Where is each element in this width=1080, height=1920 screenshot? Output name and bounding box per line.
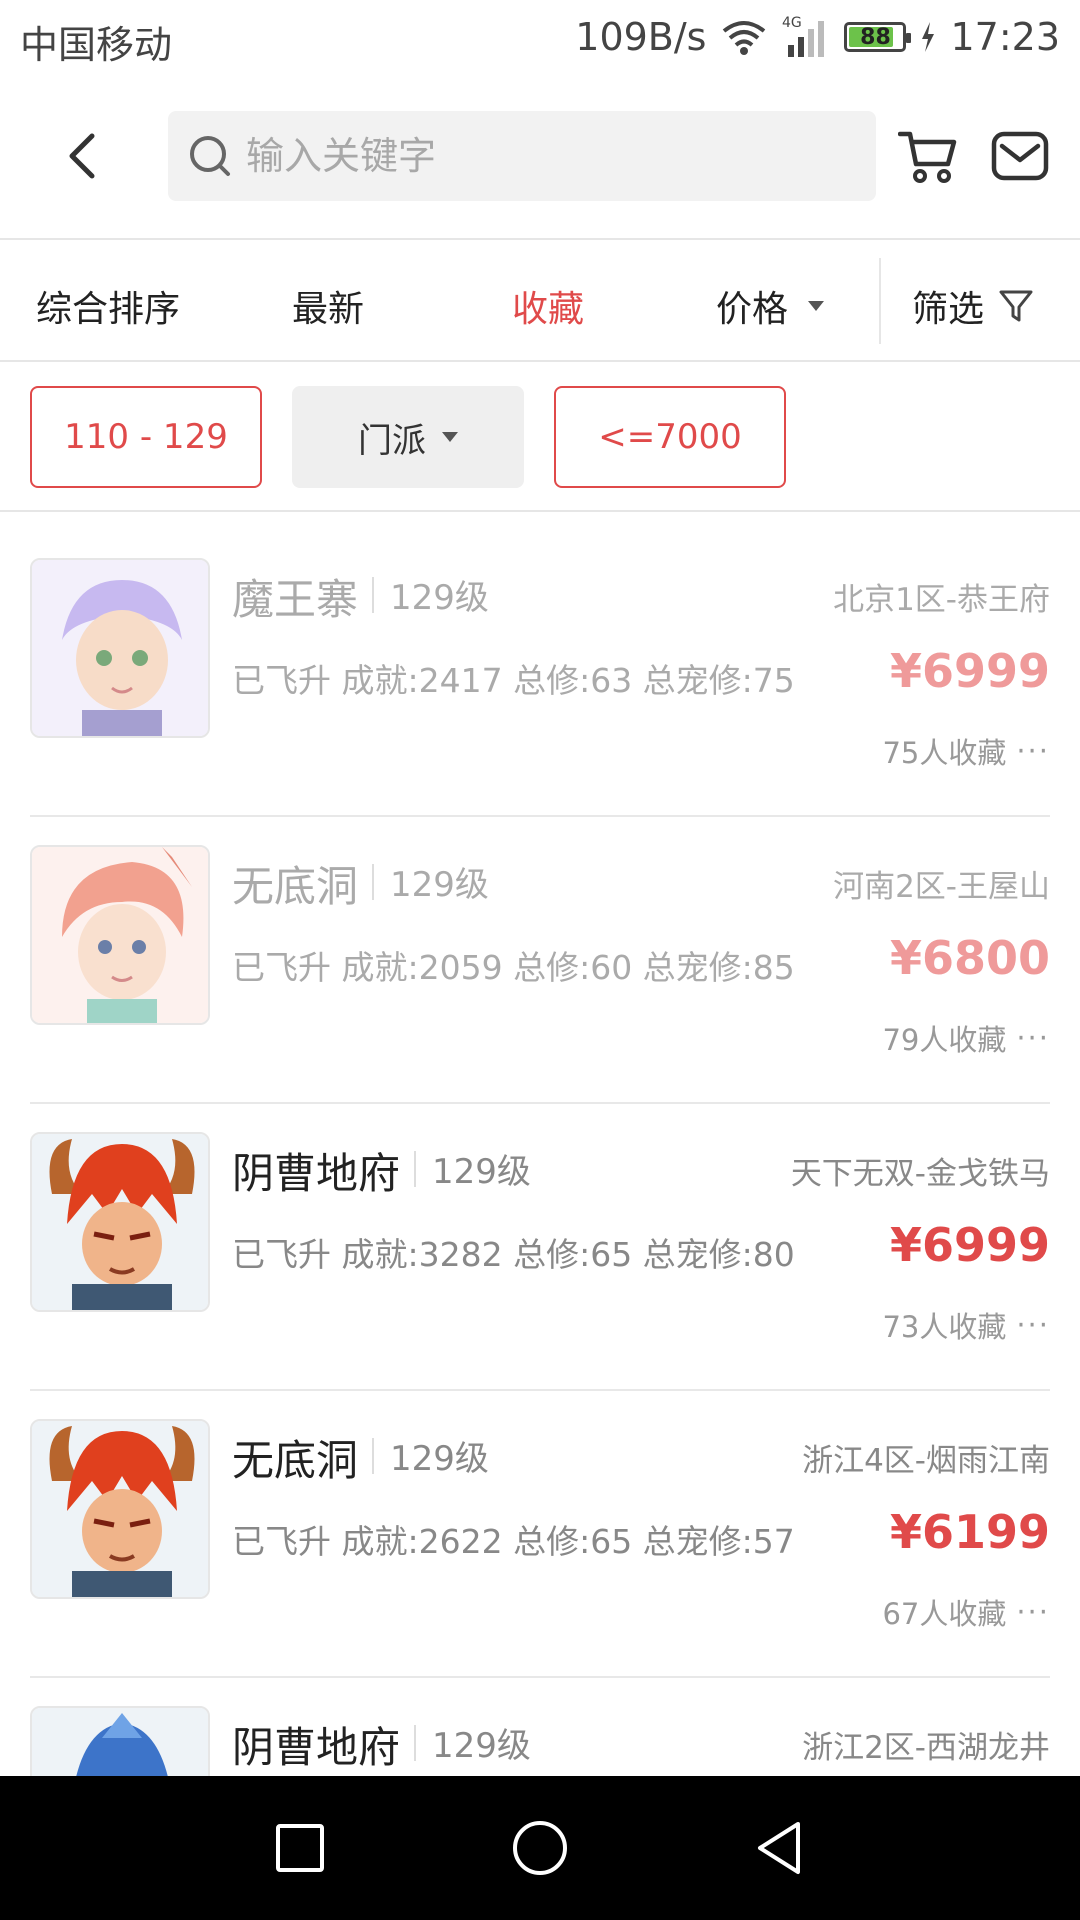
- chip-school-label: 门派: [358, 420, 426, 461]
- wifi-icon: [723, 21, 766, 55]
- sort-bar: 综合排序 最新 收藏 价格 筛选: [0, 240, 1080, 362]
- network-speed: 109B/s: [575, 15, 707, 59]
- listing-level: 129级: [432, 1152, 531, 1192]
- more-icon[interactable]: ···: [1016, 1595, 1050, 1629]
- clock: 17:23: [950, 15, 1060, 59]
- listing-attrs: 已飞升 成就:2059 总修:60 总宠修:85: [232, 948, 795, 987]
- listing-level-wrap: 129级: [414, 1144, 531, 1193]
- charging-icon: [922, 22, 935, 52]
- listing-school: 无底洞: [232, 1436, 359, 1485]
- filter-label: 筛选: [912, 289, 985, 330]
- search-box[interactable]: [168, 111, 876, 201]
- listing-level: 129级: [390, 1439, 489, 1479]
- caret-down-icon: [808, 301, 825, 311]
- listing-favs: 75人收藏 ···: [882, 730, 1050, 772]
- battery-icon: 88: [844, 22, 912, 52]
- listing-favs: 67人收藏 ···: [882, 1591, 1050, 1633]
- favs-count: 75人收藏: [882, 736, 1007, 770]
- signal-icon: 4G: [782, 15, 825, 57]
- status-right: 109B/s 4G 88 17:23: [575, 12, 1060, 62]
- listing-school: 阴曹地府: [232, 1149, 401, 1198]
- favs-count: 67人收藏: [882, 1597, 1007, 1631]
- listing-level-wrap: 129级: [414, 1718, 531, 1767]
- avatar: [30, 558, 210, 738]
- listing-school: 阴曹地府: [232, 1723, 401, 1772]
- more-icon[interactable]: ···: [1016, 734, 1050, 768]
- divider: [879, 258, 881, 344]
- listing-level-wrap: 129级: [372, 570, 489, 619]
- more-icon[interactable]: ···: [1016, 1021, 1050, 1055]
- list-item[interactable]: 无底洞 129级 浙江4区-烟雨江南 已飞升 成就:2622 总修:65 总宠修…: [30, 1391, 1050, 1678]
- listing-level-wrap: 129级: [372, 1431, 489, 1480]
- network-type: 4G: [782, 15, 802, 31]
- filter-button[interactable]: 筛选: [912, 280, 1034, 332]
- listing-server: 天下无双-金戈铁马: [790, 1156, 1050, 1192]
- chip-level-range[interactable]: 110 - 129: [30, 386, 262, 488]
- avatar: [30, 845, 210, 1025]
- recent-apps-icon[interactable]: [270, 1818, 330, 1878]
- header: [0, 76, 1080, 240]
- listing-price: ¥6199: [889, 1505, 1050, 1559]
- battery-level: 88: [860, 24, 891, 50]
- caret-down-icon: [442, 432, 458, 442]
- carrier-label: 中国移动: [20, 23, 173, 67]
- list-item[interactable]: 阴曹地府 129级 天下无双-金戈铁马 已飞升 成就:3282 总修:65 总宠…: [30, 1104, 1050, 1391]
- listing-attrs: 已飞升 成就:3282 总修:65 总宠修:80: [232, 1235, 795, 1274]
- list-item[interactable]: 阴曹地府 129级 浙江2区-西湖龙井: [30, 1678, 1050, 1776]
- search-input[interactable]: [246, 134, 846, 178]
- favs-count: 73人收藏: [882, 1310, 1007, 1344]
- listing-level-wrap: 129级: [372, 857, 489, 906]
- listing-school: 魔王寨: [232, 575, 359, 624]
- listing-server: 河南2区-王屋山: [833, 869, 1050, 905]
- listing-price: ¥6999: [889, 644, 1050, 698]
- back-icon[interactable]: [750, 1818, 810, 1878]
- listing-school: 无底洞: [232, 862, 359, 911]
- avatar: [30, 1132, 210, 1312]
- avatar: [30, 1706, 210, 1776]
- listing-level: 129级: [390, 865, 489, 905]
- sort-favorites[interactable]: 收藏: [512, 280, 584, 332]
- sort-newest[interactable]: 最新: [292, 280, 364, 332]
- filter-chips: 110 - 129 门派 <=7000: [0, 362, 1080, 512]
- sort-comprehensive[interactable]: 综合排序: [36, 280, 180, 332]
- favs-count: 79人收藏: [882, 1023, 1007, 1057]
- cart-icon[interactable]: [898, 128, 958, 184]
- sort-price[interactable]: 价格: [716, 280, 825, 332]
- list-item[interactable]: 魔王寨 129级 北京1区-恭王府 已飞升 成就:2417 总修:63 总宠修:…: [30, 530, 1050, 817]
- avatar: [30, 1419, 210, 1599]
- listing-server: 浙江4区-烟雨江南: [802, 1443, 1050, 1479]
- system-nav-bar: [0, 1776, 1080, 1920]
- listing-level: 129级: [390, 578, 489, 618]
- back-arrow-icon[interactable]: [56, 126, 116, 186]
- search-icon: [190, 136, 230, 176]
- chip-school[interactable]: 门派: [292, 386, 524, 488]
- home-icon[interactable]: [510, 1818, 570, 1878]
- sort-price-label: 价格: [716, 289, 789, 330]
- more-icon[interactable]: ···: [1016, 1308, 1050, 1342]
- filter-icon: [999, 290, 1033, 322]
- list-item[interactable]: 无底洞 129级 河南2区-王屋山 已飞升 成就:2059 总修:60 总宠修:…: [30, 817, 1050, 1104]
- listing-server: 北京1区-恭王府: [833, 582, 1050, 618]
- chip-price-max[interactable]: <=7000: [554, 386, 786, 488]
- listing-favs: 79人收藏 ···: [882, 1017, 1050, 1059]
- listing-price: ¥6800: [889, 931, 1050, 985]
- listing-attrs: 已飞升 成就:2622 总修:65 总宠修:57: [232, 1522, 795, 1561]
- status-bar: 中国移动 109B/s 4G 88 17:23: [0, 0, 1080, 76]
- listing-favs: 73人收藏 ···: [882, 1304, 1050, 1346]
- mail-icon[interactable]: [990, 128, 1050, 184]
- listing-server: 浙江2区-西湖龙井: [802, 1730, 1050, 1766]
- listing-price: ¥6999: [889, 1218, 1050, 1272]
- listing-level: 129级: [432, 1726, 531, 1766]
- listing-attrs: 已飞升 成就:2417 总修:63 总宠修:75: [232, 661, 795, 700]
